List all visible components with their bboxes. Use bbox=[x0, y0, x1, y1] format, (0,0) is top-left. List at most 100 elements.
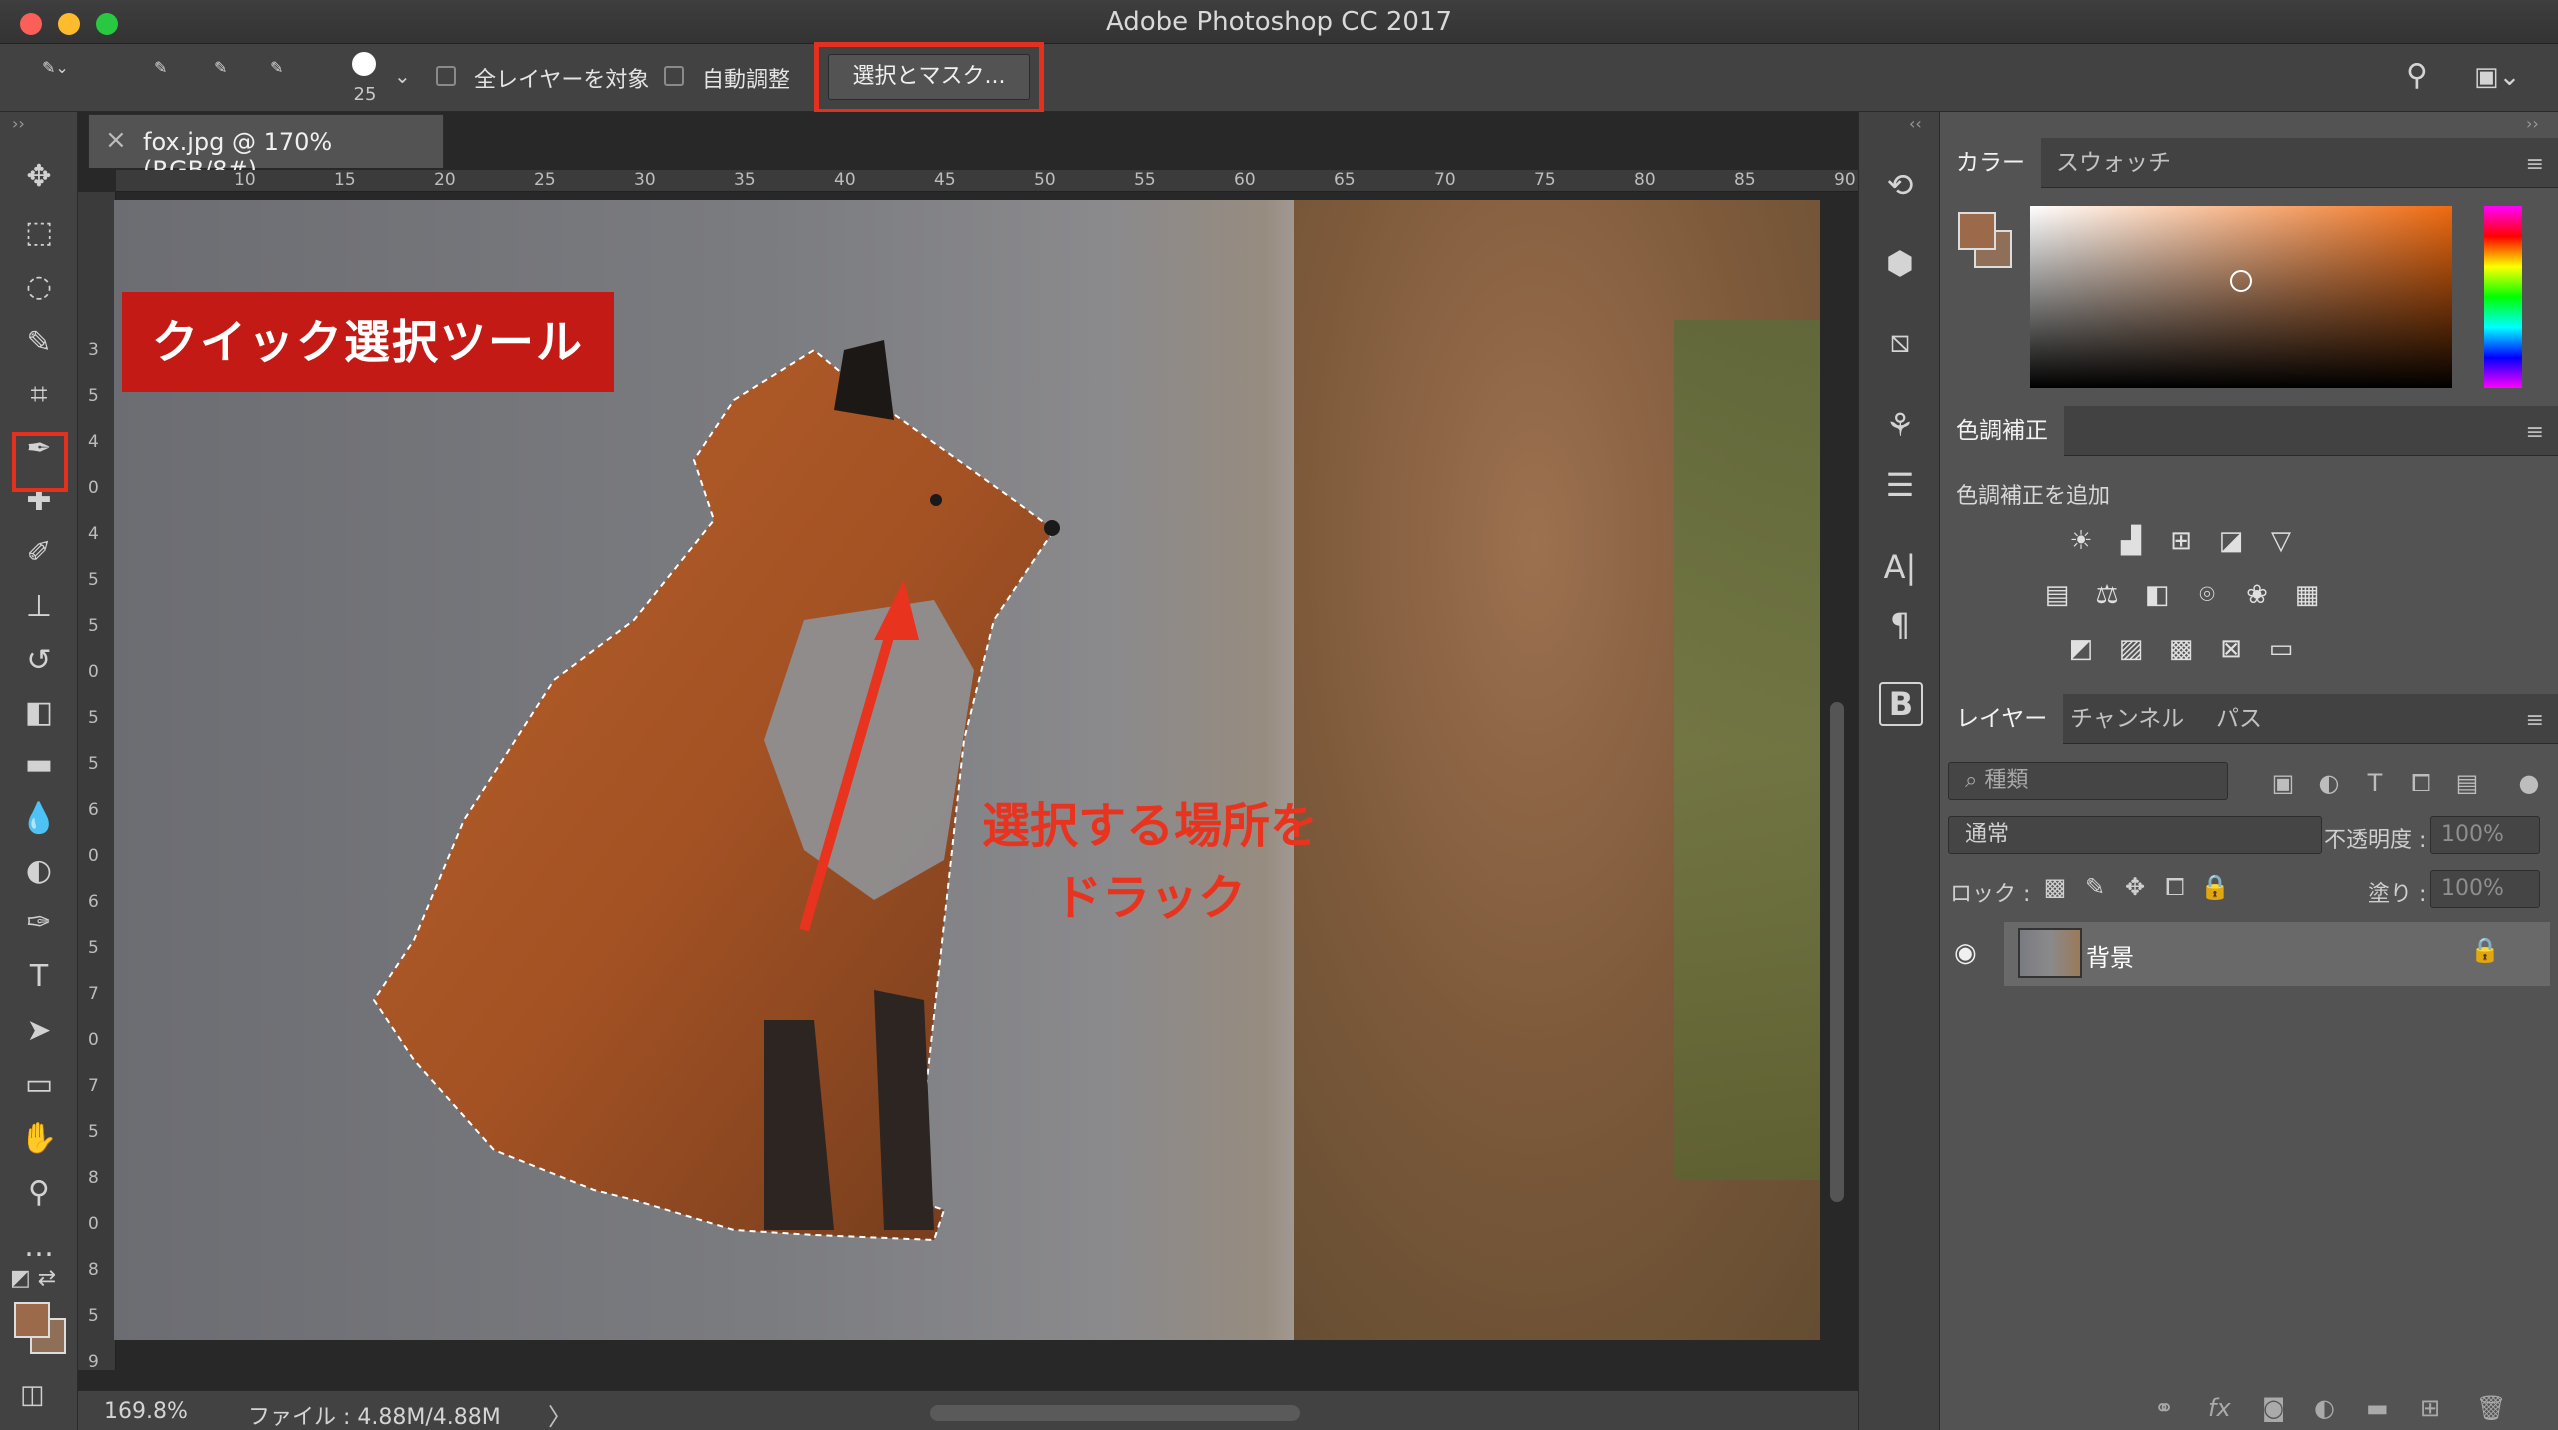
brush-preview-icon[interactable] bbox=[352, 52, 376, 76]
path-selection-tool[interactable]: ➤ bbox=[14, 1006, 64, 1054]
threshold-icon[interactable]: ▩ bbox=[2162, 630, 2200, 668]
dodge-tool[interactable]: ◐ bbox=[14, 846, 64, 894]
vibrance-icon[interactable]: ▽ bbox=[2262, 522, 2300, 560]
blend-mode-select[interactable]: 通常 bbox=[1948, 816, 2322, 854]
more-tools[interactable]: … bbox=[14, 1222, 64, 1270]
brush-tool[interactable]: ✐ bbox=[14, 528, 64, 576]
chevron-down-icon[interactable]: ⌄ bbox=[394, 64, 411, 88]
collapse-panels-icon[interactable]: ›› bbox=[2526, 114, 2539, 133]
color-lookup-icon[interactable]: ▦ bbox=[2288, 576, 2326, 614]
tab-swatches[interactable]: スウォッチ bbox=[2040, 138, 2187, 188]
marquee-tool[interactable]: ⬚ bbox=[14, 208, 64, 256]
color-field[interactable] bbox=[2030, 206, 2452, 388]
layer-filter-select[interactable]: ⌕ 種類 bbox=[1948, 762, 2228, 800]
collapse-arrows-icon[interactable]: ›› bbox=[12, 114, 25, 133]
eye-icon[interactable]: ◉ bbox=[1954, 938, 1977, 968]
lasso-tool[interactable]: ◌ bbox=[14, 262, 64, 310]
color-balance-icon[interactable]: ⚖ bbox=[2088, 576, 2126, 614]
crop-tool[interactable]: ⌗ bbox=[14, 370, 64, 418]
trash-icon[interactable]: 🗑 bbox=[2476, 1394, 2506, 1422]
history-brush-tool[interactable]: ↺ bbox=[14, 636, 64, 684]
character-panel-icon[interactable]: A| bbox=[1877, 544, 1923, 590]
tab-paths[interactable]: パス bbox=[2200, 694, 2278, 744]
color-picker-marker[interactable] bbox=[2230, 270, 2252, 292]
brightness-icon[interactable]: ☀ bbox=[2062, 522, 2100, 560]
tab-color[interactable]: カラー bbox=[1940, 138, 2041, 188]
document-tab[interactable]: × fox.jpg @ 170% (RGB/8#) bbox=[88, 114, 444, 184]
adjustment-filter-icon[interactable]: ◐ bbox=[2312, 766, 2346, 800]
fill-input[interactable]: 100% bbox=[2430, 870, 2540, 908]
foreground-color-swatch[interactable] bbox=[14, 1302, 50, 1338]
vertical-scrollbar[interactable] bbox=[1830, 702, 1844, 1202]
tab-layers[interactable]: レイヤー bbox=[1940, 694, 2064, 744]
photo-filter-icon[interactable]: ⌾ bbox=[2188, 576, 2226, 614]
curves-icon[interactable]: ⊞ bbox=[2162, 522, 2200, 560]
levels-icon[interactable]: ▟ bbox=[2112, 522, 2150, 560]
zoom-value[interactable]: 169.8% bbox=[104, 1399, 188, 1424]
tool-preset-icon[interactable]: ✎⌄ bbox=[42, 58, 69, 77]
auto-adjust-checkbox[interactable] bbox=[664, 66, 684, 86]
select-and-mask-button[interactable]: 選択とマスク... bbox=[828, 54, 1030, 100]
tab-channels[interactable]: チャンネル bbox=[2054, 694, 2200, 744]
blur-tool[interactable]: 💧 bbox=[14, 794, 64, 842]
quick-mask-icon[interactable]: ◫ bbox=[20, 1380, 45, 1410]
lock-position-icon[interactable]: ✥ bbox=[2120, 872, 2150, 902]
opacity-input[interactable]: 100% bbox=[2430, 816, 2540, 854]
new-layer-icon[interactable]: ⊞ bbox=[2420, 1394, 2440, 1422]
workspace-icon[interactable]: ▣⌄ bbox=[2474, 62, 2520, 92]
eraser-tool[interactable]: ◧ bbox=[14, 688, 64, 736]
type-tool[interactable]: T bbox=[14, 952, 64, 1000]
filter-toggle-icon[interactable]: ● bbox=[2512, 766, 2546, 800]
panel-menu-icon[interactable]: ≡ bbox=[2526, 420, 2544, 445]
pixel-filter-icon[interactable]: ▣ bbox=[2266, 766, 2300, 800]
fx-icon[interactable]: fx bbox=[2208, 1394, 2231, 1422]
black-white-icon[interactable]: ◧ bbox=[2138, 576, 2176, 614]
tab-adjustments[interactable]: 色調補正 bbox=[1940, 406, 2064, 456]
lock-pixels-icon[interactable]: ✎ bbox=[2080, 872, 2110, 902]
lock-artboard-icon[interactable]: ⧠ bbox=[2160, 872, 2190, 902]
mask-icon[interactable]: ◙ bbox=[2262, 1394, 2285, 1422]
shape-filter-icon[interactable]: ⧠ bbox=[2404, 766, 2438, 800]
adjustment-layer-icon[interactable]: ◐ bbox=[2314, 1394, 2335, 1422]
invert-icon[interactable]: ◩ bbox=[2062, 630, 2100, 668]
horizontal-scrollbar[interactable] bbox=[930, 1405, 1300, 1421]
lock-transparent-icon[interactable]: ▩ bbox=[2040, 872, 2070, 902]
horizontal-ruler[interactable]: 10 15 20 25 30 35 40 45 50 55 60 65 70 75 80 85 90 bbox=[116, 170, 1858, 192]
layer-thumbnail[interactable] bbox=[2018, 928, 2082, 978]
brush-panel-icon[interactable]: ⚘ bbox=[1877, 402, 1923, 448]
add-to-selection-icon[interactable]: ✎ bbox=[214, 58, 227, 77]
move-tool[interactable]: ✥ bbox=[14, 152, 64, 200]
hue-slider[interactable] bbox=[2484, 206, 2522, 388]
properties-panel-icon[interactable]: ⧅ bbox=[1877, 318, 1923, 364]
posterize-icon[interactable]: ▨ bbox=[2112, 630, 2150, 668]
quick-selection-tool[interactable]: ✎ bbox=[14, 318, 64, 366]
adjustments-panel-icon[interactable]: ☰ bbox=[1877, 462, 1923, 508]
pen-tool[interactable]: ✑ bbox=[14, 898, 64, 946]
exposure-icon[interactable]: ◪ bbox=[2212, 522, 2250, 560]
stamp-tool[interactable]: ⊥ bbox=[14, 582, 64, 630]
channel-mixer-icon[interactable]: ❀ bbox=[2238, 576, 2276, 614]
b-panel-icon[interactable]: B bbox=[1879, 682, 1923, 726]
gradient-map-icon[interactable]: ▭ bbox=[2262, 630, 2300, 668]
panel-foreground-swatch[interactable] bbox=[1958, 212, 1996, 250]
rectangle-tool[interactable]: ▭ bbox=[14, 1060, 64, 1108]
panel-menu-icon[interactable]: ≡ bbox=[2526, 708, 2544, 733]
new-selection-icon[interactable]: ✎ bbox=[154, 58, 167, 77]
status-menu-arrow-icon[interactable]: 〉 bbox=[548, 1397, 572, 1430]
link-icon[interactable]: ⚭ bbox=[2154, 1394, 2174, 1422]
subtract-selection-icon[interactable]: ✎ bbox=[270, 58, 283, 77]
panel-menu-icon[interactable]: ≡ bbox=[2526, 152, 2544, 177]
lock-all-icon[interactable]: 🔒 bbox=[2200, 872, 2230, 902]
folder-icon[interactable]: ▬ bbox=[2366, 1394, 2389, 1422]
close-icon[interactable]: × bbox=[105, 125, 127, 155]
layer-name[interactable]: 背景 bbox=[2086, 938, 2134, 973]
selective-color-icon[interactable]: ⊠ bbox=[2212, 630, 2250, 668]
type-filter-icon[interactable]: T bbox=[2358, 766, 2392, 800]
all-layers-checkbox[interactable] bbox=[436, 66, 456, 86]
default-colors-icon[interactable]: ◩ ⇄ bbox=[10, 1266, 56, 1291]
expand-arrows-icon[interactable]: ‹‹ bbox=[1909, 114, 1922, 133]
gradient-tool[interactable]: ▬ bbox=[14, 740, 64, 788]
3d-panel-icon[interactable]: ⬢ bbox=[1877, 240, 1923, 286]
hand-tool[interactable]: ✋ bbox=[14, 1114, 64, 1162]
zoom-tool[interactable]: ⚲ bbox=[14, 1168, 64, 1216]
